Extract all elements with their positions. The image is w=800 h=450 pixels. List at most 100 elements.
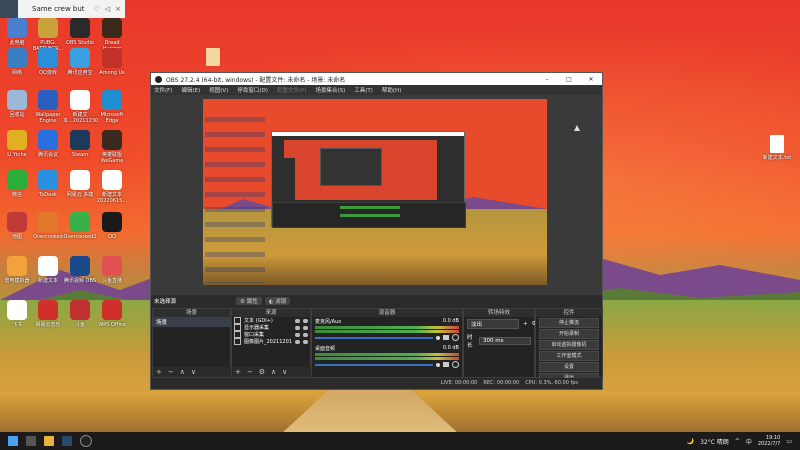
notification-bar[interactable]: Same crew but ♡ ◁ × (0, 0, 125, 18)
minimize-icon[interactable]: – (536, 76, 558, 83)
desktop-icon[interactable]: Overcooked (31, 212, 65, 240)
close-icon[interactable]: × (115, 5, 121, 13)
desktop-icon[interactable]: 雷电模拟器 (0, 256, 34, 284)
obs-titlebar[interactable]: OBS 27.2.4 (64-bit, windows) - 配置文件: 未命名… (151, 73, 602, 85)
desktop-icon[interactable]: Wallpaper Engine (31, 90, 65, 124)
studio-mode-button[interactable]: 工作室模式 (539, 351, 599, 361)
desktop-icon[interactable]: QQ (95, 212, 129, 240)
desktop-icon[interactable]: 腾讯应用宝 (63, 48, 97, 76)
desktop-icon[interactable]: OBS Studio (63, 18, 97, 46)
source-item[interactable]: 图像图片_20211201 (232, 338, 310, 345)
speaker-icon[interactable]: ◁ (105, 5, 110, 13)
language-indicator[interactable]: 中 (746, 437, 752, 446)
eye-icon[interactable] (295, 318, 300, 323)
properties-button[interactable]: ⚙ 属性 (236, 296, 262, 305)
weather-text[interactable]: 32°C 晴朗 (700, 437, 729, 446)
desktop-icon[interactable]: 网易云 多端 (63, 170, 97, 198)
obs-window[interactable]: OBS 27.2.4 (64-bit, windows) - 配置文件: 未命名… (150, 72, 603, 390)
menu-help[interactable]: 帮助(H) (382, 86, 401, 94)
chevron-up-icon[interactable]: ^ (735, 438, 740, 445)
desktop-icon[interactable]: 斗鱼直播 (95, 256, 129, 284)
preview-canvas[interactable] (203, 99, 547, 285)
desktop-icon[interactable]: 飞书 (0, 300, 34, 328)
slider-knob[interactable] (436, 362, 440, 367)
menu-docks[interactable]: 停靠窗口(D) (237, 86, 268, 94)
desktop-icon[interactable]: 地图 (0, 212, 34, 240)
duration-field[interactable]: 300 ms (479, 337, 531, 345)
source-item[interactable]: 显示器采集 (232, 324, 310, 331)
virtual-camera-button[interactable]: 启动虚拟摄像机 (539, 340, 599, 350)
search-icon[interactable] (26, 436, 36, 446)
lock-icon[interactable] (303, 318, 308, 323)
close-icon[interactable]: ✕ (580, 76, 602, 83)
menu-scene-collection[interactable]: 场景集合(S) (315, 86, 345, 94)
slider-knob[interactable] (436, 335, 440, 340)
desktop-icon[interactable]: Overcooked2 (63, 212, 97, 240)
desktop-icon[interactable]: Among Us (95, 48, 129, 76)
gear-icon[interactable] (452, 361, 459, 368)
eye-icon[interactable] (295, 332, 300, 337)
menu-view[interactable]: 视图(V) (209, 86, 228, 94)
heart-icon[interactable]: ♡ (93, 5, 99, 13)
volume-slider[interactable] (315, 363, 433, 366)
desktop-icon[interactable]: QQ游戏 (31, 48, 65, 76)
windows-start-icon[interactable] (8, 436, 18, 446)
desktop-icon[interactable]: 新建文本 20220615... (95, 170, 129, 204)
desktop-icon[interactable]: 英雄联盟 WeGame (95, 130, 129, 164)
source-item[interactable]: 窗口采集 (232, 331, 310, 338)
up-icon[interactable]: ∧ (180, 368, 185, 376)
desktop-icon[interactable]: Li Yinhe (0, 130, 34, 158)
speaker-icon[interactable] (443, 362, 449, 367)
eye-icon[interactable] (295, 325, 300, 330)
maximize-icon[interactable]: □ (558, 76, 580, 83)
menu-file[interactable]: 文件(F) (154, 86, 172, 94)
remove-icon[interactable]: − (168, 368, 174, 376)
stop-streaming-button[interactable]: 停止推流 (539, 318, 599, 328)
desktop-icon[interactable]: WPS Office (95, 300, 129, 328)
menu-edit[interactable]: 编辑(E) (181, 86, 200, 94)
add-icon[interactable]: + (235, 368, 241, 376)
desktop-file[interactable]: 新建文本.txt (760, 135, 794, 161)
menu-tools[interactable]: 工具(T) (354, 86, 373, 94)
desktop-icon[interactable]: 腾讯视频 OBS (63, 256, 97, 284)
desktop-icon[interactable]: 微信 (0, 170, 34, 198)
obs-taskbar-icon[interactable] (80, 435, 92, 447)
desktop-icon[interactable]: 网络 (0, 48, 34, 76)
desktop-icon[interactable]: 回收站 (0, 90, 34, 118)
desktop-icon[interactable]: 新建文本...20211230 (63, 90, 98, 124)
lock-icon[interactable] (303, 325, 308, 330)
transition-select[interactable]: 淡出 (467, 319, 519, 329)
down-icon[interactable]: ∨ (282, 368, 287, 376)
desktop-icon[interactable]: ToDesk (31, 170, 65, 198)
desktop-icon[interactable]: PUBG: BATTLEGR... (31, 18, 65, 52)
add-icon[interactable]: + (156, 368, 162, 376)
desktop-icon[interactable]: Steam (63, 130, 97, 158)
desktop-icon[interactable]: 斗鱼 (63, 300, 97, 328)
preview-area[interactable] (151, 95, 602, 295)
settings-button[interactable]: 设置 (539, 362, 599, 372)
menu-profile[interactable]: 配置文件(P) (277, 86, 307, 94)
desktop-file[interactable] (196, 48, 230, 68)
add-icon[interactable]: + (523, 321, 528, 327)
up-icon[interactable]: ∧ (271, 368, 276, 376)
source-item[interactable]: 文本 (GDI+) (232, 317, 310, 324)
start-recording-button[interactable]: 开始录制 (539, 329, 599, 339)
speaker-icon[interactable] (443, 335, 449, 340)
down-icon[interactable]: ∨ (191, 368, 196, 376)
file-explorer-icon[interactable] (44, 436, 54, 446)
desktop-icon[interactable]: 此电脑 (0, 18, 34, 46)
scene-item[interactable]: 场景 (153, 317, 230, 327)
gear-icon[interactable] (452, 334, 459, 341)
remove-icon[interactable]: − (247, 368, 253, 376)
desktop-icon[interactable]: Dread Hunger (95, 18, 129, 52)
lock-icon[interactable] (303, 339, 308, 344)
desktop-icon[interactable]: Microsoft Edge (95, 90, 129, 124)
wallpaper-engine-taskbar-icon[interactable] (62, 436, 72, 446)
gear-icon[interactable]: ⚙ (259, 368, 265, 376)
eye-icon[interactable] (295, 339, 300, 344)
lock-icon[interactable] (303, 332, 308, 337)
desktop-icon[interactable]: 腾讯会议 (31, 130, 65, 158)
weather-icon[interactable]: 🌙 (687, 438, 694, 445)
notification-icon[interactable]: ▭ (786, 438, 792, 445)
filters-button[interactable]: ◐ 滤镜 (264, 296, 291, 305)
